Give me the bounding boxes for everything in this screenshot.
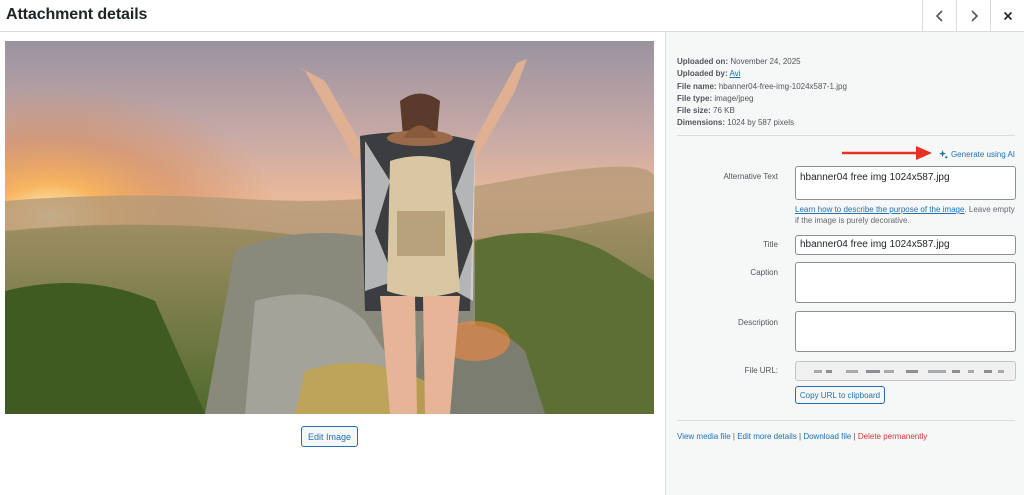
alt-text-help-link[interactable]: Learn how to describe the purpose of the…	[795, 205, 964, 214]
file-size-value: 76 KB	[713, 106, 735, 116]
blurred-url	[814, 370, 1004, 373]
copy-url-button[interactable]: Copy URL to clipboard	[795, 386, 885, 404]
edit-more-details-link[interactable]: Edit more details	[737, 432, 797, 441]
chevron-left-icon	[935, 10, 943, 22]
close-icon	[1003, 11, 1012, 21]
attachment-details-panel: Uploaded on: November 24, 2025 Uploaded …	[665, 32, 1024, 495]
file-type-value: image/jpeg	[714, 93, 754, 103]
uploaded-on-row: Uploaded on: November 24, 2025	[677, 57, 801, 66]
download-file-link[interactable]: Download file	[803, 432, 851, 441]
dimensions-row: Dimensions: 1024 by 587 pixels	[677, 118, 794, 128]
chevron-right-icon	[970, 10, 978, 22]
sparkle-icon	[938, 150, 948, 159]
description-field[interactable]	[795, 311, 1016, 352]
edit-image-button[interactable]: Edit Image	[301, 426, 358, 447]
alt-text-help: Learn how to describe the purpose of the…	[795, 204, 1020, 226]
modal-header: Attachment details	[0, 0, 1024, 32]
file-name-row: File name: hbanner04-free-img-1024x587-1…	[677, 81, 847, 91]
file-type-row: File type: image/jpeg	[677, 93, 754, 103]
alt-text-field[interactable]: hbanner04 free img 1024x587.jpg	[795, 166, 1016, 200]
delete-permanently-link[interactable]: Delete permanently	[858, 432, 927, 441]
generate-using-ai-button[interactable]: Generate using AI	[938, 150, 1015, 159]
title-label: Title	[763, 240, 778, 249]
next-button[interactable]	[956, 0, 990, 32]
dimensions-value: 1024 by 587 pixels	[727, 118, 794, 128]
uploaded-by-row: Uploaded by: Avi	[677, 69, 741, 79]
file-name-value: hbanner04-free-img-1024x587-1.jpg	[718, 81, 847, 91]
file-meta: Uploaded on: November 24, 2025 Uploaded …	[677, 56, 847, 130]
generate-ai-label: Generate using AI	[950, 150, 1015, 159]
file-url-label: File URL:	[744, 366, 778, 375]
uploaded-by-link[interactable]: Avi	[729, 69, 740, 78]
attachment-actions: View media file | Edit more details | Do…	[677, 432, 928, 441]
uploaded-on-value: November 24, 2025	[730, 57, 801, 66]
file-size-row: File size: 76 KB	[677, 106, 735, 116]
title-field[interactable]: hbanner04 free img 1024x587.jpg	[795, 235, 1016, 255]
description-label: Description	[737, 318, 778, 327]
caption-field[interactable]	[795, 262, 1016, 303]
media-preview-area: Edit Image	[0, 32, 665, 495]
alt-text-label: Alternative Text	[723, 172, 778, 181]
divider	[677, 420, 1015, 421]
file-url-field[interactable]	[795, 361, 1016, 381]
modal-title: Attachment details	[6, 6, 148, 23]
view-media-file-link[interactable]: View media file	[677, 432, 731, 441]
attachment-image	[5, 41, 654, 414]
divider	[677, 135, 1015, 136]
caption-label: Caption	[750, 268, 778, 277]
red-arrow-annotation	[842, 146, 932, 160]
previous-button[interactable]	[922, 0, 956, 32]
close-button[interactable]	[990, 0, 1024, 32]
